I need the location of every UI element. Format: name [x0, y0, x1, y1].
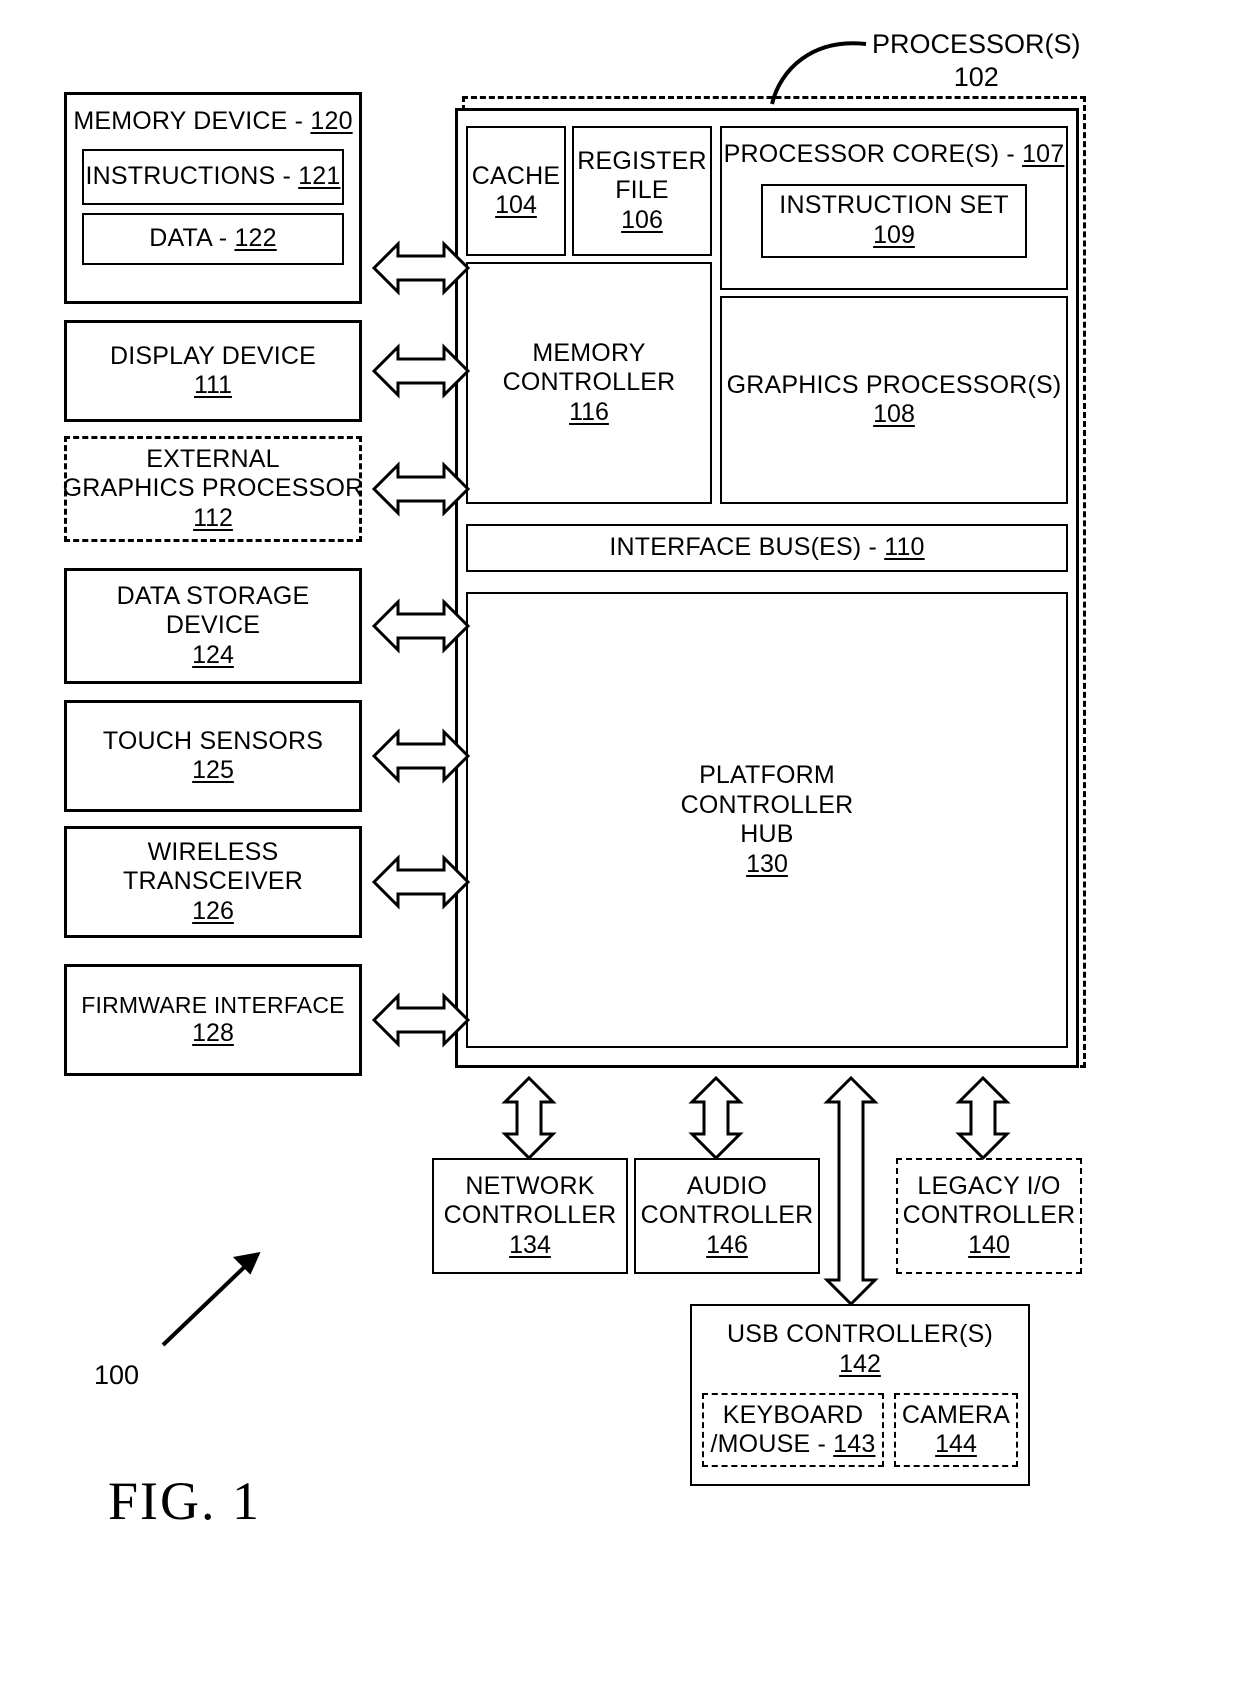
firmware-interface-label: FIRMWARE INTERFACE — [81, 991, 345, 1018]
memory-controller-number: 116 — [569, 397, 609, 426]
register-file-label-2: FILE — [615, 176, 669, 205]
network-controller-block: NETWORK CONTROLLER 134 — [432, 1158, 628, 1274]
register-file-label-1: REGISTER — [577, 146, 707, 175]
arrow-audio-controller — [688, 1075, 744, 1161]
arrow-memory-device — [371, 240, 471, 296]
arrow-firmware-interface — [371, 992, 471, 1048]
platform-controller-hub-label-2: CONTROLLER — [680, 790, 854, 819]
register-file-block: REGISTER FILE 106 — [572, 126, 712, 256]
cache-label: CACHE — [471, 161, 561, 190]
data-storage-device-number: 124 — [192, 640, 234, 669]
cache-block: CACHE 104 — [466, 126, 566, 256]
memory-device-label: MEMORY DEVICE - 120 — [73, 107, 353, 135]
data-storage-device-block: DATA STORAGE DEVICE 124 — [64, 568, 362, 684]
usb-controller-block: USB CONTROLLER(S) 142 KEYBOARD /MOUSE - … — [690, 1304, 1030, 1486]
arrow-network-controller — [501, 1075, 557, 1161]
graphics-processor-number: 108 — [873, 400, 915, 428]
external-graphics-processor-block: EXTERNAL GRAPHICS PROCESSOR 112 — [62, 436, 364, 542]
memory-controller-label-1: MEMORY — [532, 338, 646, 367]
arrow-data-storage-device — [371, 598, 471, 654]
firmware-interface-block: FIRMWARE INTERFACE 128 — [64, 964, 362, 1076]
keyboard-mouse-label-1: KEYBOARD — [722, 1400, 864, 1429]
processor-leader-line — [770, 41, 867, 105]
legacy-io-controller-label-2: CONTROLLER — [902, 1201, 1076, 1230]
memory-controller-label-2: CONTROLLER — [502, 368, 676, 397]
arrow-display-device — [371, 343, 471, 399]
processor-callout: PROCESSOR(S) 102 — [872, 28, 1081, 94]
network-controller-label-1: NETWORK — [465, 1171, 595, 1200]
processor-callout-number: 102 — [953, 61, 999, 92]
platform-controller-hub-label-3: HUB — [740, 820, 794, 848]
wireless-transceiver-block: WIRELESS TRANSCEIVER 126 — [64, 826, 362, 938]
figure-reference-leader — [161, 1252, 261, 1347]
processor-callout-title: PROCESSOR(S) — [872, 29, 1081, 59]
external-graphics-processor-number: 112 — [193, 503, 233, 532]
keyboard-mouse-block: KEYBOARD /MOUSE - 143 — [702, 1393, 884, 1467]
instruction-set-label: INSTRUCTION SET — [779, 191, 1009, 219]
display-device-block: DISPLAY DEVICE 111 — [64, 320, 362, 422]
processor-cores-block: PROCESSOR CORE(S) - 107 INSTRUCTION SET … — [720, 126, 1068, 290]
usb-controller-number: 142 — [839, 1349, 881, 1378]
touch-sensors-number: 125 — [192, 756, 234, 784]
arrow-wireless-transceiver — [371, 854, 471, 910]
camera-block: CAMERA 144 — [894, 1393, 1018, 1467]
audio-controller-label-1: AUDIO — [686, 1171, 768, 1200]
data-label: DATA - 122 — [149, 223, 277, 252]
interface-bus-label: INTERFACE BUS(ES) - 110 — [609, 533, 925, 562]
register-file-number: 106 — [621, 205, 663, 234]
legacy-io-controller-block: LEGACY I/O CONTROLLER 140 — [896, 1158, 1082, 1274]
legacy-io-controller-number: 140 — [968, 1230, 1010, 1259]
firmware-interface-number: 128 — [192, 1018, 234, 1047]
camera-number: 144 — [935, 1430, 977, 1458]
external-graphics-processor-label-1: EXTERNAL — [146, 444, 280, 473]
instructions-block: INSTRUCTIONS - 121 — [82, 148, 344, 205]
memory-device-block: MEMORY DEVICE - 120 INSTRUCTIONS - 121 D… — [64, 92, 362, 304]
touch-sensors-block: TOUCH SENSORS 125 — [64, 700, 362, 812]
processor-cores-label: PROCESSOR CORE(S) - 107 — [723, 140, 1065, 168]
audio-controller-label-2: CONTROLLER — [640, 1201, 814, 1230]
cache-number: 104 — [495, 191, 537, 219]
arrow-touch-sensors — [371, 728, 471, 784]
network-controller-number: 134 — [509, 1230, 551, 1259]
platform-controller-hub-label-1: PLATFORM — [699, 761, 835, 789]
arrow-legacy-io-controller — [955, 1075, 1011, 1161]
instruction-set-block: INSTRUCTION SET 109 — [761, 183, 1027, 258]
data-block: DATA - 122 — [82, 212, 344, 265]
arrow-usb-controller — [823, 1075, 879, 1307]
usb-controller-label: USB CONTROLLER(S) — [727, 1320, 993, 1348]
touch-sensors-label: TOUCH SENSORS — [102, 726, 324, 755]
display-device-label: DISPLAY DEVICE — [109, 341, 317, 370]
instruction-set-number: 109 — [873, 220, 915, 249]
patent-figure-canvas: PROCESSOR(S) 102 MEMORY DEVICE - 120 INS… — [0, 0, 1240, 1696]
external-graphics-processor-label-2: GRAPHICS PROCESSOR — [62, 474, 364, 503]
network-controller-label-2: CONTROLLER — [443, 1201, 617, 1230]
wireless-transceiver-label-1: WIRELESS — [147, 837, 279, 866]
graphics-processor-block: GRAPHICS PROCESSOR(S) 108 — [720, 296, 1068, 504]
audio-controller-number: 146 — [706, 1230, 748, 1259]
data-storage-device-label-1: DATA STORAGE — [116, 581, 310, 610]
graphics-processor-label: GRAPHICS PROCESSOR(S) — [726, 370, 1062, 399]
memory-controller-block: MEMORY CONTROLLER 116 — [466, 262, 712, 504]
figure-label: FIG. 1 — [108, 1471, 262, 1531]
keyboard-mouse-label-2: /MOUSE - 143 — [710, 1430, 876, 1458]
wireless-transceiver-label-2: TRANSCEIVER — [122, 867, 303, 896]
interface-bus-block: INTERFACE BUS(ES) - 110 — [466, 524, 1068, 572]
platform-controller-hub-number: 130 — [746, 849, 788, 878]
figure-reference-number: 100 — [94, 1360, 140, 1390]
display-device-number: 111 — [193, 371, 232, 399]
data-storage-device-label-2: DEVICE — [165, 611, 261, 640]
legacy-io-controller-label-1: LEGACY I/O — [917, 1171, 1061, 1200]
camera-label: CAMERA — [901, 1400, 1011, 1429]
wireless-transceiver-number: 126 — [192, 896, 234, 925]
arrow-external-graphics-processor — [371, 461, 471, 517]
audio-controller-block: AUDIO CONTROLLER 146 — [634, 1158, 820, 1274]
instructions-label: INSTRUCTIONS - 121 — [85, 161, 341, 190]
platform-controller-hub-block: PLATFORM CONTROLLER HUB 130 — [466, 592, 1068, 1048]
